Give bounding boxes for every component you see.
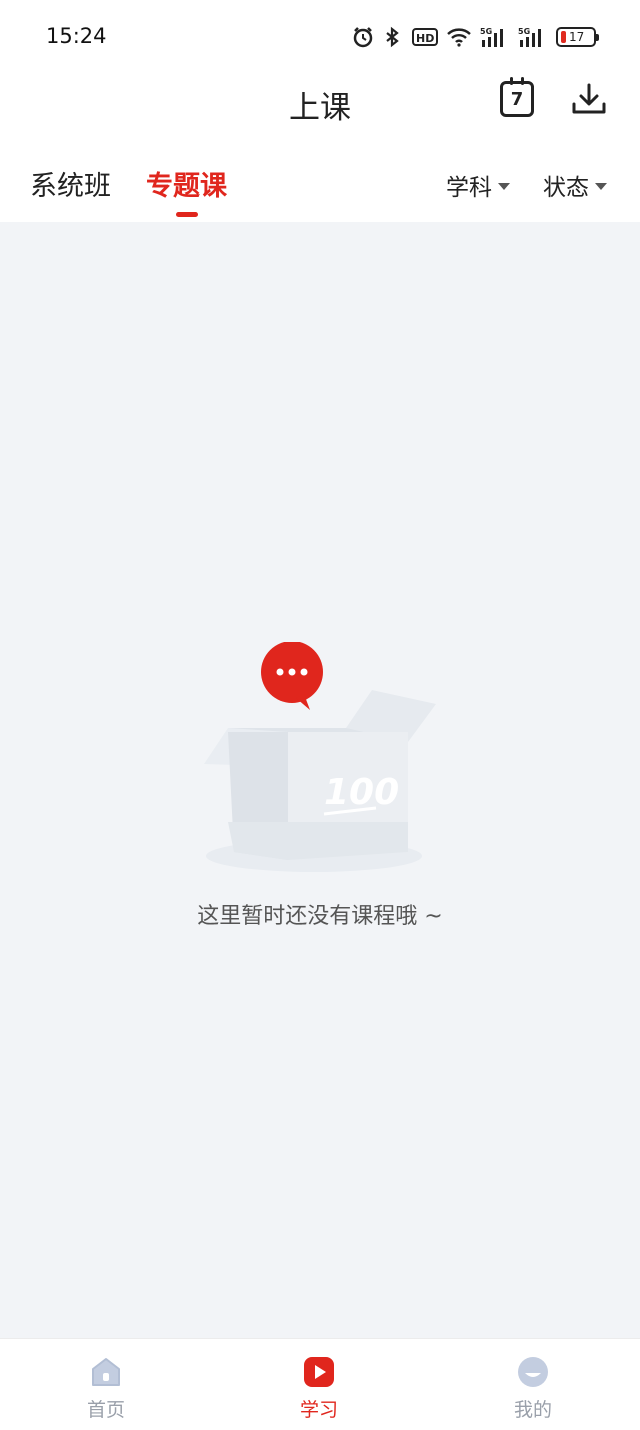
status-filter[interactable]: 状态	[543, 168, 607, 202]
tab-bar: 系统班 专题课 学科 状态	[0, 148, 640, 222]
caret-down-icon	[595, 182, 607, 190]
nav-study-label: 学习	[299, 1399, 338, 1421]
nav-home[interactable]: 首页	[56, 1355, 156, 1422]
course-list-area[interactable]: 100 这里暂时还没有课程哦 ~	[0, 222, 640, 1338]
page-title: 上课	[289, 90, 351, 126]
bottom-nav: 首页 学习 我的	[0, 1338, 640, 1430]
nav-mine-label: 我的	[513, 1399, 552, 1421]
play-icon	[304, 1357, 334, 1387]
status-icons: HD 5G 5G 17	[352, 26, 599, 48]
calendar-day: 7	[510, 88, 524, 110]
status-filter-label: 状态	[543, 175, 589, 201]
empty-box-illustration: 100	[204, 642, 436, 872]
svg-text:HD: HD	[416, 32, 434, 45]
svg-text:5G: 5G	[518, 27, 530, 36]
5g-signal-icon: 5G	[518, 26, 548, 48]
profile-icon	[518, 1357, 548, 1387]
svg-text:5G: 5G	[480, 27, 492, 36]
active-tab-indicator	[176, 212, 198, 217]
box-label-text: 100	[324, 772, 399, 813]
nav-home-label: 首页	[86, 1399, 125, 1421]
empty-state-message: 这里暂时还没有课程哦 ~	[197, 904, 443, 929]
download-icon	[572, 83, 606, 114]
subject-filter-label: 学科	[446, 175, 492, 201]
subject-filter[interactable]: 学科	[446, 168, 510, 202]
status-time: 15:24	[46, 24, 107, 48]
caret-down-icon	[498, 182, 510, 190]
status-bar: 15:24 HD 5G 5G 17	[0, 0, 640, 76]
nav-mine[interactable]: 我的	[483, 1355, 583, 1422]
5g-signal-icon: 5G	[480, 26, 510, 48]
download-button[interactable]	[570, 82, 608, 118]
wifi-icon	[446, 27, 472, 47]
tab-systematic-class[interactable]: 系统班	[30, 164, 111, 203]
nav-study[interactable]: 学习	[269, 1355, 369, 1422]
bluetooth-icon	[382, 26, 404, 48]
header: 上课 7	[0, 76, 640, 148]
hd-icon: HD	[412, 27, 438, 47]
calendar-button[interactable]: 7	[500, 77, 534, 117]
home-icon	[92, 1358, 120, 1386]
battery-level: 17	[569, 30, 585, 44]
alarm-icon	[352, 26, 374, 48]
battery-icon: 17	[556, 27, 599, 47]
tab-topic-course[interactable]: 专题课	[146, 164, 227, 203]
